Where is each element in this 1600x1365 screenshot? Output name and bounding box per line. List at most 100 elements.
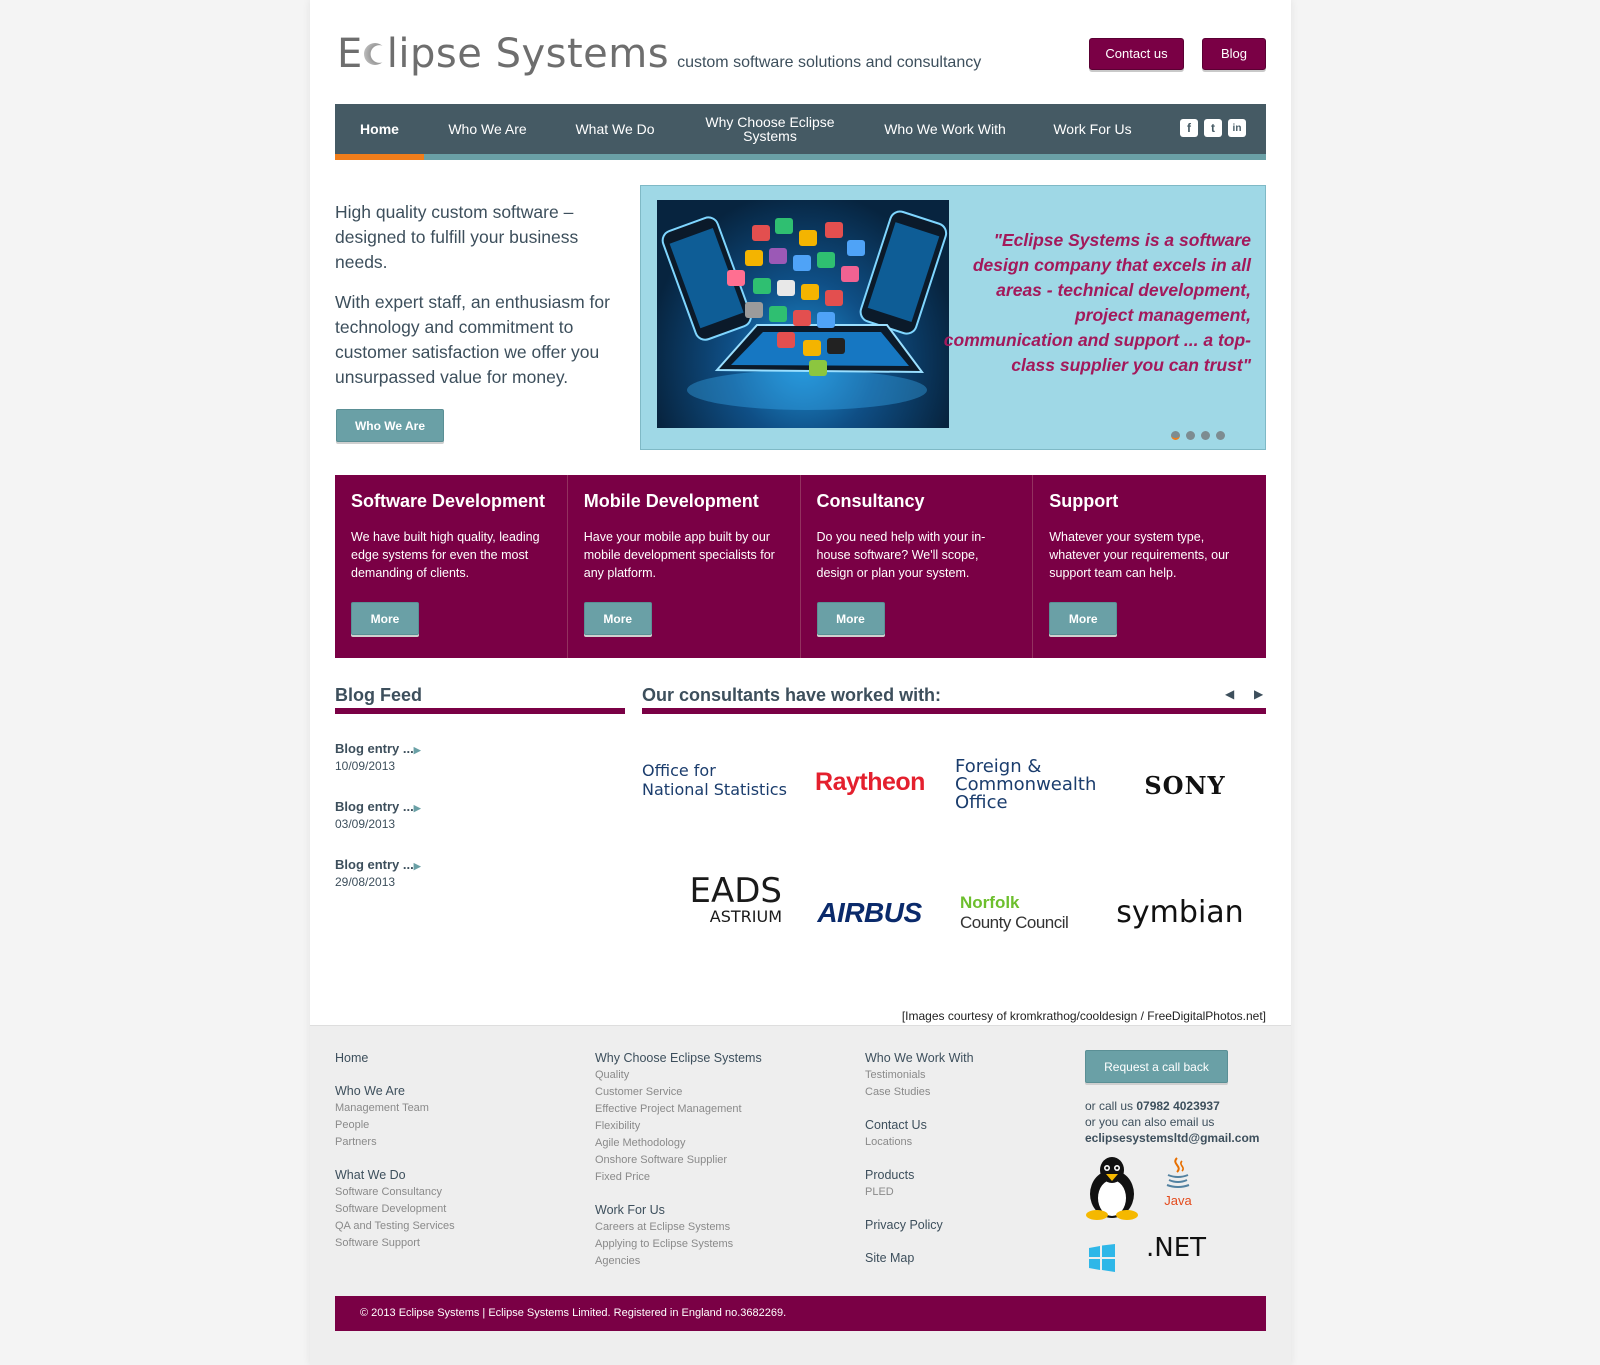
footer-link-who-we-are[interactable]: Who We Are	[335, 1083, 455, 1100]
client-logo-raytheon: Raytheon	[815, 768, 925, 796]
more-button[interactable]: More	[583, 602, 652, 635]
footer-sublink[interactable]: Partners	[335, 1134, 455, 1151]
nav-home[interactable]: Home	[335, 104, 424, 154]
linkedin-icon[interactable]: in	[1228, 119, 1246, 137]
slider-dots	[1171, 431, 1225, 440]
slider-dot[interactable]	[1216, 431, 1225, 440]
footer-sublink[interactable]: PLED	[865, 1184, 974, 1201]
footer-link-products[interactable]: Products	[865, 1167, 974, 1184]
who-we-are-button[interactable]: Who We Are	[336, 409, 444, 442]
footer-sublink[interactable]: Locations	[865, 1134, 974, 1151]
carousel-prev-icon[interactable]: ◀	[1225, 687, 1234, 701]
client-logo-text: County Council	[960, 912, 1069, 932]
footer-sublink[interactable]: Software Consultancy	[335, 1184, 455, 1201]
nav-why-choose[interactable]: Why Choose Eclipse Systems	[695, 104, 845, 154]
more-button[interactable]: More	[351, 602, 419, 635]
facebook-icon[interactable]: f	[1180, 119, 1198, 137]
phone-number[interactable]: 07982 4023937	[1136, 1099, 1219, 1113]
nav-work-for-us[interactable]: Work For Us	[1040, 104, 1145, 154]
nav-who-we-work-with[interactable]: Who We Work With	[870, 104, 1020, 154]
footer-link-what-we-do[interactable]: What We Do	[335, 1167, 455, 1184]
blog-entry-date: 29/08/2013	[335, 875, 396, 889]
email-prefix: or you can also email us	[1085, 1115, 1215, 1129]
footer-sublink[interactable]: Careers at Eclipse Systems	[595, 1219, 762, 1236]
more-button[interactable]: More	[816, 602, 885, 635]
footer-sublink[interactable]: Effective Project Management	[595, 1101, 762, 1118]
blog-entry[interactable]: Blog entry ...▶ 10/09/2013	[335, 741, 421, 773]
footer-sublink[interactable]: Software Support	[335, 1235, 455, 1252]
client-logo-eads: EADS ASTRIUM	[642, 870, 782, 930]
footer-column-3: Who We Work With Testimonials Case Studi…	[865, 1050, 974, 1267]
footer-sublink[interactable]: Software Development	[335, 1201, 455, 1218]
twitter-icon[interactable]: t	[1204, 119, 1222, 137]
footer-sublink[interactable]: Management Team	[335, 1100, 455, 1117]
footer-sublink[interactable]: Fixed Price	[595, 1169, 762, 1186]
footer-sublink[interactable]: QA and Testing Services	[335, 1218, 455, 1235]
footer-sublink[interactable]: Case Studies	[865, 1084, 974, 1101]
java-logo: Java	[1158, 1156, 1198, 1216]
footer-link-privacy-policy[interactable]: Privacy Policy	[865, 1217, 974, 1234]
blog-entry-title[interactable]: Blog entry ...	[335, 857, 414, 872]
service-consultancy: Consultancy Do you need help with your i…	[801, 475, 1034, 658]
main-nav: Home Who We Are What We Do Why Choose Ec…	[335, 104, 1266, 160]
services-strip: Software Development We have built high …	[335, 475, 1266, 658]
slider-dot[interactable]	[1171, 431, 1180, 440]
java-cup-icon	[1166, 1157, 1190, 1188]
footer-sublink[interactable]: Quality	[595, 1067, 762, 1084]
footer-sublink[interactable]: Applying to Eclipse Systems	[595, 1236, 762, 1253]
slider-dot[interactable]	[1201, 431, 1210, 440]
client-logo-sony: SONY	[1144, 770, 1226, 800]
contact-us-button[interactable]: Contact us	[1089, 38, 1184, 70]
footer-column-1: Home Who We Are Management Team People P…	[335, 1050, 455, 1252]
request-call-back-button[interactable]: Request a call back	[1085, 1050, 1228, 1083]
footer-sublink[interactable]: Customer Service	[595, 1084, 762, 1101]
chevron-right-icon: ▶	[413, 745, 421, 755]
footer-sublink[interactable]: Agencies	[595, 1253, 762, 1270]
blog-entry-title[interactable]: Blog entry ...	[335, 741, 414, 756]
blog-entry-date: 10/09/2013	[335, 759, 396, 773]
image-credit: [Images courtesy of kromkrathog/cooldesi…	[901, 1009, 1266, 1023]
client-logo-text: Norfolk	[960, 892, 1020, 912]
eclipse-moon-icon	[363, 43, 386, 65]
service-title: Support	[1049, 491, 1119, 511]
carousel-next-icon[interactable]: ▶	[1254, 687, 1263, 701]
logo-tagline: custom software solutions and consultanc…	[677, 54, 982, 71]
blog-entry-title[interactable]: Blog entry ...	[335, 799, 414, 814]
nav-who-we-are[interactable]: Who We Are	[435, 104, 540, 154]
footer-sublink[interactable]: Onshore Software Supplier	[595, 1152, 762, 1169]
client-logo-norfolk: Norfolk County Council	[960, 890, 1080, 935]
footer: Home Who We Are Management Team People P…	[310, 1025, 1291, 1365]
devices-illustration-svg	[661, 210, 948, 410]
footer-sublink[interactable]: Testimonials	[865, 1067, 974, 1084]
more-button[interactable]: More	[1049, 602, 1118, 635]
blog-entry[interactable]: Blog entry ...▶ 29/08/2013	[335, 857, 421, 889]
footer-link-who-we-work-with[interactable]: Who We Work With	[865, 1050, 974, 1067]
nav-what-we-do[interactable]: What We Do	[560, 104, 670, 154]
client-logo-ons: Office for National Statistics	[642, 750, 787, 810]
client-logo-text: National Statistics	[642, 780, 787, 799]
java-label: Java	[1164, 1193, 1192, 1208]
footer-link-site-map[interactable]: Site Map	[865, 1250, 974, 1267]
footer-link-contact-us[interactable]: Contact Us	[865, 1117, 974, 1134]
footer-sublink[interactable]: Flexibility	[595, 1118, 762, 1135]
slider-dot[interactable]	[1186, 431, 1195, 440]
email-address[interactable]: eclipsesystemsltd@gmail.com	[1085, 1131, 1259, 1145]
service-title: Consultancy	[816, 491, 925, 511]
client-logo-symbian: symbian	[1116, 895, 1244, 930]
footer-contact: or call us 07982 4023937 or you can also…	[1085, 1098, 1259, 1146]
footer-link-why-choose[interactable]: Why Choose Eclipse Systems	[595, 1050, 762, 1067]
logo[interactable]: Elipse Systems custom software solutions…	[337, 31, 981, 77]
service-text: We have built high quality, leading edge…	[351, 530, 540, 580]
footer-link-home[interactable]: Home	[335, 1050, 455, 1067]
intro-paragraph-2: With expert staff, an enthusiasm for tec…	[335, 292, 610, 387]
blog-entry[interactable]: Blog entry ...▶ 03/09/2013	[335, 799, 421, 831]
footer-sublink[interactable]: People	[335, 1117, 455, 1134]
service-text: Do you need help with your in-house soft…	[816, 530, 986, 580]
service-title: Mobile Development	[583, 491, 759, 511]
blog-button[interactable]: Blog	[1202, 38, 1266, 70]
logo-text: Elipse Systems	[337, 31, 670, 77]
footer-link-work-for-us[interactable]: Work For Us	[595, 1202, 762, 1219]
footer-sublink[interactable]: Agile Methodology	[595, 1135, 762, 1152]
linux-tux-icon	[1086, 1157, 1138, 1220]
header: Elipse Systems custom software solutions…	[310, 0, 1291, 100]
